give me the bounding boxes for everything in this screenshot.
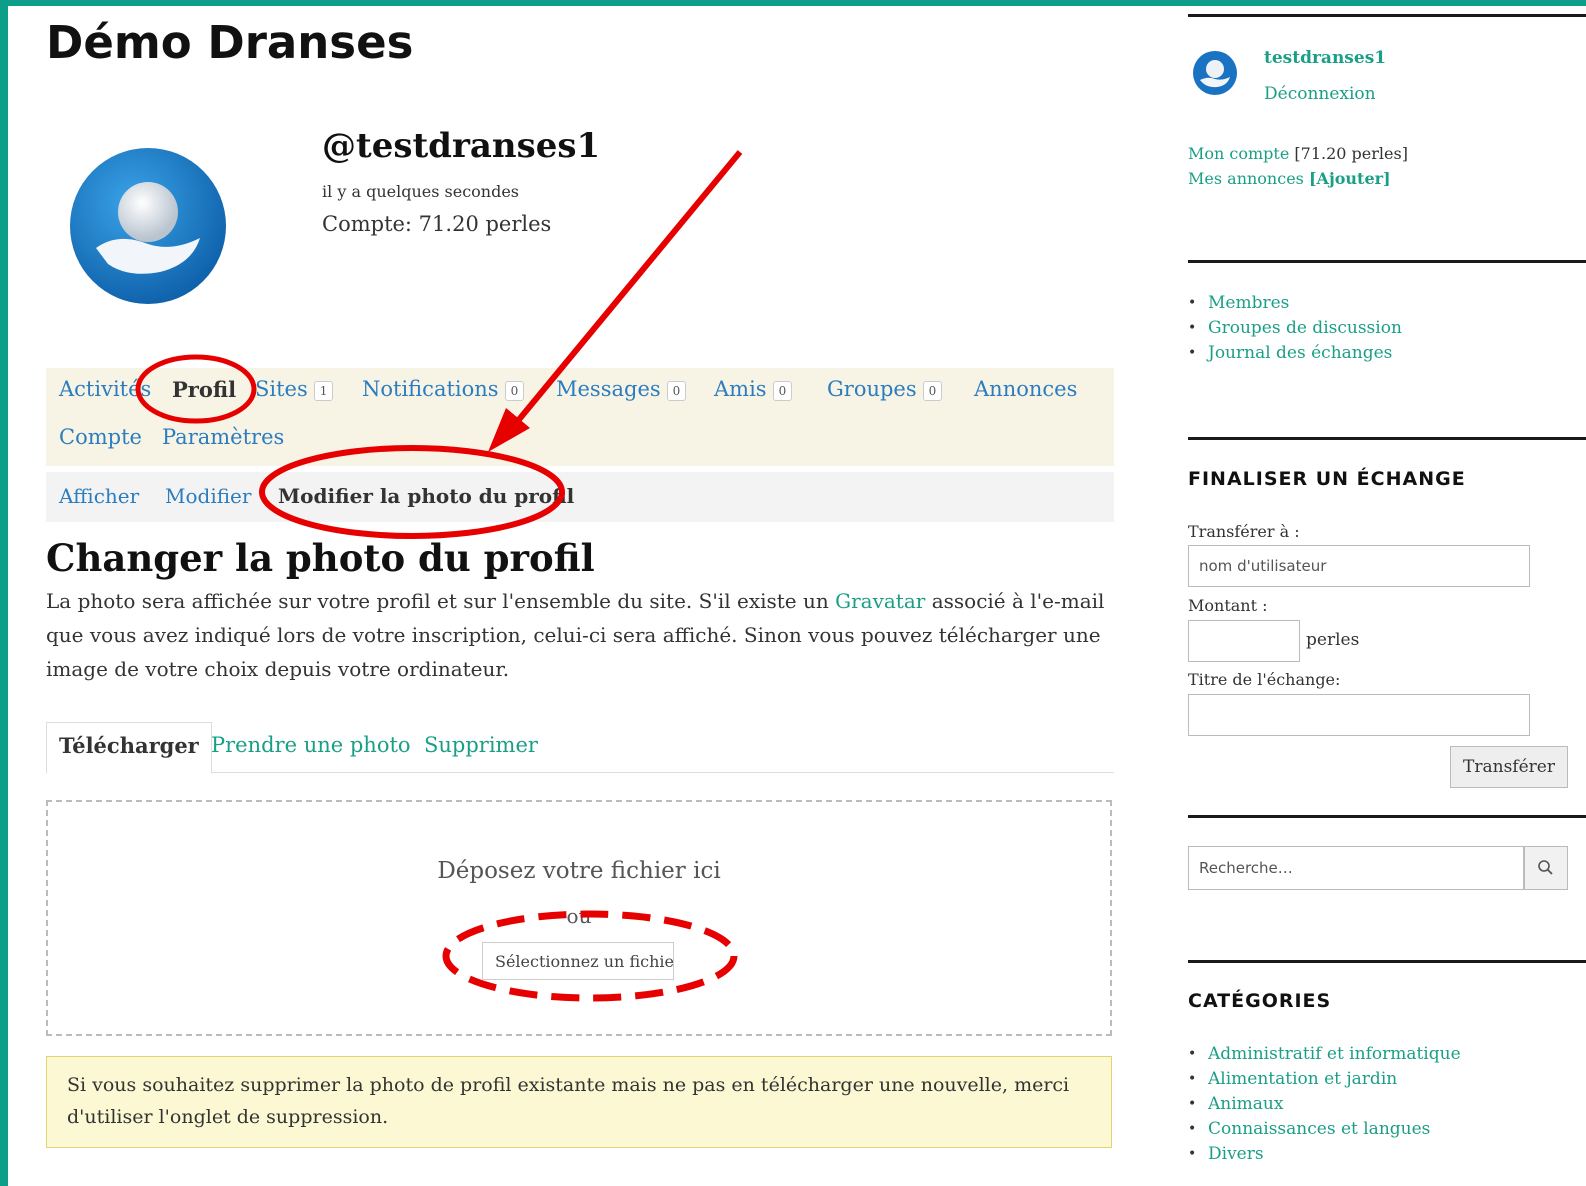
nav-groupes-count: 0 bbox=[922, 380, 943, 401]
upload-dropzone[interactable]: Déposez votre fichier ici ou Sélectionne… bbox=[46, 800, 1112, 1036]
subnav-modifier-photo[interactable]: Modifier la photo du profil bbox=[278, 484, 574, 508]
exchange-title: FINALISER UN ÉCHANGE bbox=[1188, 468, 1466, 490]
category-item[interactable]: Animaux bbox=[1188, 1092, 1461, 1117]
nav-notifications[interactable]: Notifications 0 bbox=[362, 377, 525, 401]
sidebar-my-ads: Mes annonces [Ajouter] bbox=[1188, 169, 1391, 188]
nav-profil[interactable]: Profil bbox=[172, 377, 236, 402]
my-ads-link[interactable]: Mes annonces bbox=[1188, 169, 1304, 188]
site-title[interactable]: Démo Dranses bbox=[46, 16, 413, 69]
nav-annonces[interactable]: Annonces bbox=[974, 377, 1077, 401]
sidebar-divider bbox=[1188, 437, 1586, 440]
sidebar-logout-link[interactable]: Déconnexion bbox=[1264, 84, 1376, 104]
sidebar-my-account: Mon compte [71.20 perles] bbox=[1188, 144, 1408, 163]
category-item[interactable]: Connaissances et langues bbox=[1188, 1117, 1461, 1142]
drop-or: ou bbox=[566, 904, 592, 928]
sidebar-divider bbox=[1188, 260, 1586, 263]
last-active: il y a quelques secondes bbox=[322, 182, 520, 201]
tab-telecharger[interactable]: Télécharger bbox=[46, 722, 212, 774]
amount-label: Montant : bbox=[1188, 596, 1268, 615]
sidebar-divider bbox=[1188, 14, 1586, 17]
amount-input[interactable] bbox=[1188, 620, 1300, 662]
nav-groupes[interactable]: Groupes 0 bbox=[827, 377, 943, 401]
search-icon bbox=[1538, 860, 1553, 875]
search-button[interactable] bbox=[1524, 846, 1568, 890]
category-item[interactable]: Divers bbox=[1188, 1142, 1461, 1167]
transfer-to-label: Transférer à : bbox=[1188, 522, 1300, 541]
profile-main-nav: Activités Profil Sites 1 Notifications 0 M… bbox=[46, 368, 1114, 466]
frame-top bbox=[0, 0, 1586, 6]
categories-list: Administratif et informatique Alimentati… bbox=[1188, 1042, 1461, 1167]
sidebar-divider bbox=[1188, 815, 1586, 818]
sidebar-divider bbox=[1188, 960, 1586, 963]
delete-notice: Si vous souhaitez supprimer la photo de … bbox=[46, 1056, 1112, 1148]
category-item[interactable]: Alimentation et jardin bbox=[1188, 1067, 1461, 1092]
profile-avatar bbox=[70, 148, 226, 304]
categories-title: CATÉGORIES bbox=[1188, 990, 1332, 1012]
exchange-title-input[interactable] bbox=[1188, 694, 1530, 736]
sidebar-username[interactable]: testdranses1 bbox=[1264, 48, 1386, 68]
select-file-button[interactable]: Sélectionnez un fichier bbox=[482, 942, 674, 980]
nav-messages[interactable]: Messages 0 bbox=[556, 377, 687, 401]
tab-prendre-photo[interactable]: Prendre une photo bbox=[211, 722, 411, 772]
exchange-title-label: Titre de l'échange: bbox=[1188, 670, 1341, 689]
nav-messages-count: 0 bbox=[666, 380, 687, 401]
nav-amis[interactable]: Amis 0 bbox=[714, 377, 793, 401]
page-heading: Changer la photo du profil bbox=[46, 536, 595, 580]
nav-notifications-count: 0 bbox=[504, 380, 525, 401]
sidebar-link-membres[interactable]: Membres bbox=[1188, 291, 1402, 316]
gravatar-link[interactable]: Gravatar bbox=[835, 589, 925, 613]
frame-left bbox=[0, 0, 8, 1186]
nav-amis-count: 0 bbox=[772, 380, 793, 401]
nav-activites[interactable]: Activités bbox=[59, 377, 151, 401]
drop-text: Déposez votre fichier ici bbox=[437, 858, 721, 884]
transfer-button[interactable]: Transférer bbox=[1450, 746, 1568, 788]
sidebar-links: Membres Groupes de discussion Journal de… bbox=[1188, 291, 1402, 366]
profile-sub-nav: Afficher Modifier Modifier la photo du p… bbox=[46, 472, 1114, 522]
sidebar-avatar bbox=[1193, 51, 1237, 95]
nav-parametres[interactable]: Paramètres bbox=[162, 425, 284, 449]
category-item[interactable]: Administratif et informatique bbox=[1188, 1042, 1461, 1067]
nav-compte[interactable]: Compte bbox=[59, 425, 142, 449]
subnav-afficher[interactable]: Afficher bbox=[59, 484, 139, 508]
search-input[interactable]: Recherche… bbox=[1188, 846, 1524, 890]
subnav-modifier[interactable]: Modifier bbox=[165, 484, 251, 508]
avatar-tabs: Télécharger Prendre une photo Supprimer bbox=[46, 722, 1114, 774]
page-intro: La photo sera affichée sur votre profil … bbox=[46, 589, 1105, 681]
nav-sites-count: 1 bbox=[313, 380, 334, 401]
my-account-link[interactable]: Mon compte bbox=[1188, 144, 1289, 163]
sidebar-link-journal[interactable]: Journal des échanges bbox=[1188, 341, 1402, 366]
amount-unit: perles bbox=[1306, 630, 1360, 650]
sidebar-link-groupes[interactable]: Groupes de discussion bbox=[1188, 316, 1402, 341]
profile-username: @testdranses1 bbox=[322, 126, 601, 166]
transfer-to-input[interactable]: nom d'utilisateur bbox=[1188, 545, 1530, 587]
tab-supprimer[interactable]: Supprimer bbox=[424, 722, 538, 772]
add-ad-link[interactable]: [Ajouter] bbox=[1309, 169, 1391, 188]
nav-sites[interactable]: Sites 1 bbox=[255, 377, 334, 401]
account-balance: Compte: 71.20 perles bbox=[322, 212, 552, 236]
